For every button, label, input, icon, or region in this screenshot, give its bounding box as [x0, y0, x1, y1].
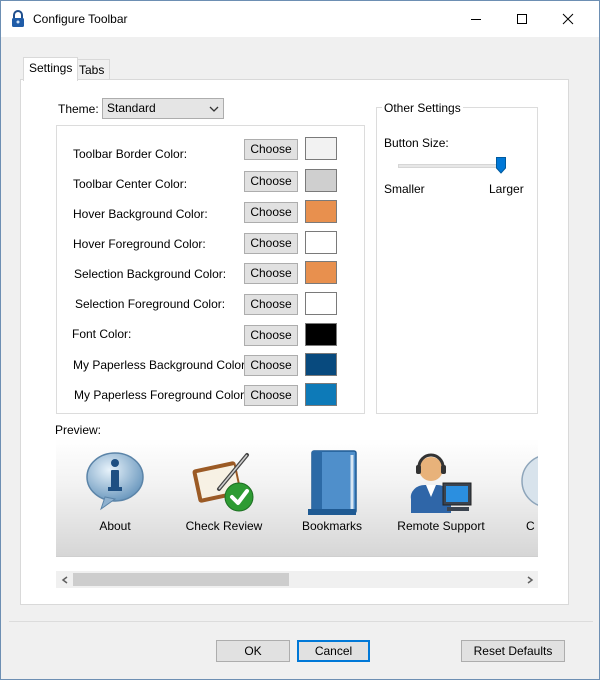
selection-background-color-label: Selection Background Color: — [74, 267, 227, 281]
slider-min-label: Smaller — [384, 182, 425, 196]
choose-my-paperless-foreground-color-button[interactable]: Choose — [244, 385, 298, 406]
scroll-left-icon[interactable] — [56, 571, 73, 588]
button-size-label: Button Size: — [384, 136, 449, 150]
slider-max-label: Larger — [489, 182, 524, 196]
scrollbar-thumb[interactable] — [73, 573, 289, 586]
partial-icon — [516, 449, 538, 516]
font-color-swatch — [305, 323, 337, 346]
choose-font-color-button[interactable]: Choose — [244, 325, 298, 346]
title-bar: Configure Toolbar — [1, 1, 599, 37]
hover-background-color-label: Hover Background Color: — [73, 207, 208, 221]
configure-toolbar-window: Configure Toolbar Settings Tabs Theme: S… — [0, 0, 600, 680]
choose-my-paperless-background-color-button[interactable]: Choose — [244, 355, 298, 376]
preview-item-label: About — [99, 519, 131, 533]
preview-item-bookmarks[interactable]: Bookmarks — [277, 439, 387, 556]
preview-label: Preview: — [55, 423, 102, 437]
hover-foreground-color-swatch — [305, 231, 337, 254]
maximize-icon — [517, 14, 527, 24]
footer-divider — [9, 621, 593, 622]
other-settings-group — [376, 107, 538, 414]
info-icon — [83, 449, 147, 516]
other-settings-title: Other Settings — [382, 101, 463, 115]
hover-background-color-swatch — [305, 200, 337, 223]
theme-select-value: Standard — [107, 101, 156, 115]
check-review-icon — [189, 449, 259, 516]
font-color-label: Font Color: — [72, 327, 132, 341]
preview-item-label: Bookmarks — [301, 519, 363, 533]
button-size-slider-track[interactable] — [398, 164, 506, 168]
theme-label: Theme: — [58, 102, 99, 116]
close-button[interactable] — [545, 1, 591, 37]
my-paperless-background-color-label: My Paperless Background Color: — [73, 358, 249, 372]
choose-toolbar-border-color-button[interactable]: Choose — [244, 139, 298, 160]
preview-item-label: Remote Support — [397, 519, 485, 533]
reset-defaults-button[interactable]: Reset Defaults — [461, 640, 565, 662]
preview-item-label: C — [526, 519, 535, 533]
preview-horizontal-scrollbar[interactable] — [56, 571, 538, 588]
ok-button[interactable]: OK — [216, 640, 290, 662]
toolbar-preview: About Check Review Bookmarks Remote Supp… — [56, 439, 538, 557]
toolbar-center-color-swatch — [305, 169, 337, 192]
toolbar-center-color-label: Toolbar Center Color: — [73, 177, 188, 191]
preview-item-partial[interactable]: C — [496, 439, 538, 556]
book-icon — [304, 449, 360, 520]
selection-background-color-swatch — [305, 261, 337, 284]
preview-item-about[interactable]: About — [60, 439, 170, 556]
scroll-right-icon[interactable] — [521, 571, 538, 588]
window-title: Configure Toolbar — [33, 12, 128, 26]
preview-item-check-review[interactable]: Check Review — [169, 439, 279, 556]
toolbar-border-color-swatch — [305, 137, 337, 160]
close-icon — [562, 13, 574, 25]
choose-selection-background-color-button[interactable]: Choose — [244, 263, 298, 284]
theme-select[interactable]: Standard — [102, 98, 224, 119]
preview-item-remote-support[interactable]: Remote Support — [386, 439, 496, 556]
selection-foreground-color-swatch — [305, 292, 337, 315]
chevron-down-icon — [209, 102, 219, 121]
selection-foreground-color-label: Selection Foreground Color: — [75, 297, 226, 311]
button-size-slider-thumb[interactable] — [496, 157, 506, 177]
choose-selection-foreground-color-button[interactable]: Choose — [244, 294, 298, 315]
cancel-button[interactable]: Cancel — [297, 640, 370, 662]
tab-settings[interactable]: Settings — [23, 57, 79, 81]
minimize-icon — [471, 19, 481, 20]
tab-tabs[interactable]: Tabs — [73, 59, 111, 81]
choose-toolbar-center-color-button[interactable]: Choose — [244, 171, 298, 192]
maximize-button[interactable] — [499, 1, 545, 37]
lock-icon — [10, 10, 26, 28]
my-paperless-foreground-color-label: My Paperless Foreground Color: — [74, 388, 248, 402]
toolbar-border-color-label: Toolbar Border Color: — [73, 147, 188, 161]
remote-support-icon — [409, 449, 473, 518]
hover-foreground-color-label: Hover Foreground Color: — [73, 237, 206, 251]
minimize-button[interactable] — [453, 1, 499, 37]
my-paperless-background-color-swatch — [305, 353, 337, 376]
my-paperless-foreground-color-swatch — [305, 383, 337, 406]
preview-item-label: Check Review — [185, 519, 263, 533]
choose-hover-foreground-color-button[interactable]: Choose — [244, 233, 298, 254]
choose-hover-background-color-button[interactable]: Choose — [244, 202, 298, 223]
